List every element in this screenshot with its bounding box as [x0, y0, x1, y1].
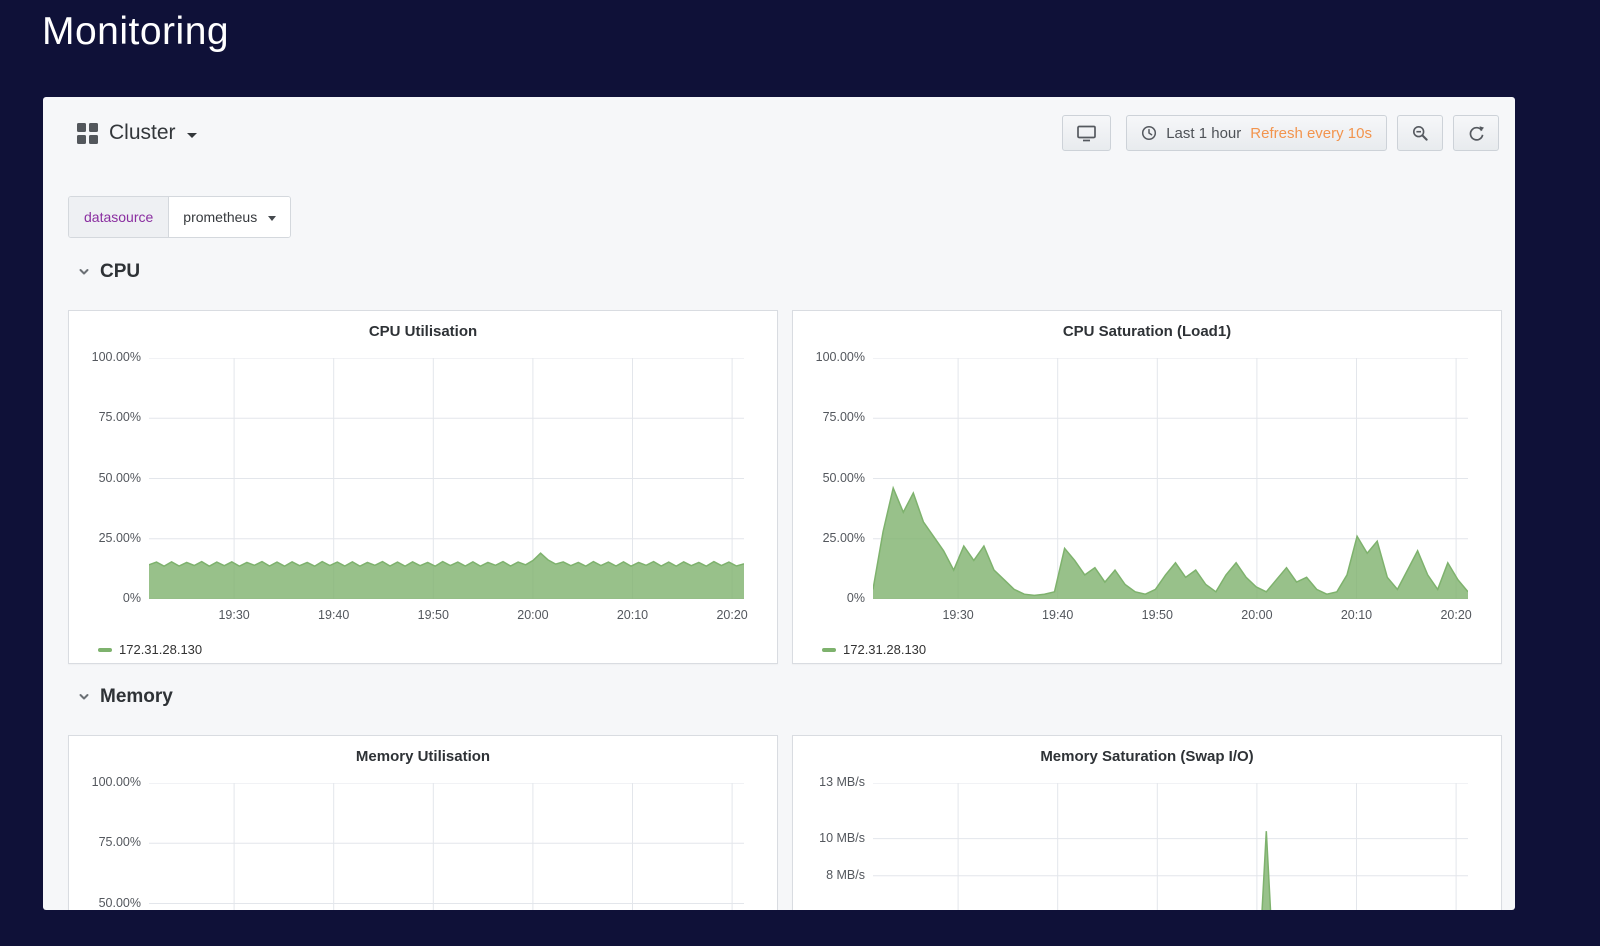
- chart-plot-area[interactable]: [873, 783, 1468, 910]
- datasource-variable-control: datasource prometheus: [68, 196, 291, 238]
- y-axis-tick-label: 75.00%: [77, 410, 141, 424]
- chart-plot-area[interactable]: [873, 358, 1468, 599]
- dashboard-toolbar: Cluster Last 1 hour Refresh every: [43, 115, 1515, 151]
- x-axis-tick-label: 20:20: [1431, 608, 1481, 622]
- refresh-dashboard-button[interactable]: [1453, 115, 1499, 151]
- section-row-memory[interactable]: Memory: [77, 686, 173, 708]
- refresh-icon: [1468, 125, 1484, 141]
- y-axis-tick-label: 25.00%: [77, 531, 141, 545]
- x-axis-tick-label: 20:10: [1331, 608, 1381, 622]
- x-axis-tick-label: 20:00: [1232, 608, 1282, 622]
- time-range-button[interactable]: Last 1 hour Refresh every 10s: [1126, 115, 1387, 151]
- page-title: Monitoring: [42, 10, 229, 54]
- series-name: 172.31.28.130: [119, 642, 202, 657]
- panel-cpu-saturation: CPU Saturation (Load1) 100.00% 75.00% 50.0…: [792, 310, 1502, 664]
- x-axis-tick-label: 20:10: [607, 608, 657, 622]
- y-axis-tick-label: 50.00%: [77, 471, 141, 485]
- y-axis-tick-label: 75.00%: [801, 410, 865, 424]
- y-axis-tick-label: 50.00%: [77, 896, 141, 910]
- x-axis-tick-label: 19:30: [933, 608, 983, 622]
- tv-mode-button[interactable]: [1062, 115, 1111, 151]
- chevron-down-icon: [77, 265, 91, 279]
- panel-cpu-utilisation: CPU Utilisation 100.00% 75.00% 50.00% 25.00…: [68, 310, 778, 664]
- area-chart: [873, 358, 1468, 599]
- series-color-dash-icon: [98, 648, 112, 652]
- monitor-icon: [1077, 125, 1096, 142]
- chart-plot-area[interactable]: [149, 358, 744, 599]
- y-axis-tick-label: 0%: [801, 591, 865, 605]
- area-chart: [149, 783, 744, 910]
- series-name: 172.31.28.130: [843, 642, 926, 657]
- zoom-out-button[interactable]: [1397, 115, 1443, 151]
- y-axis-tick-label: 100.00%: [801, 350, 865, 364]
- panel-title[interactable]: Memory Saturation (Swap I/O): [793, 748, 1501, 765]
- datasource-dropdown[interactable]: prometheus: [169, 197, 290, 237]
- panel-title[interactable]: Memory Utilisation: [69, 748, 777, 765]
- refresh-interval-label: Refresh every 10s: [1250, 125, 1372, 142]
- legend-item[interactable]: 172.31.28.130: [98, 642, 202, 657]
- chevron-down-icon: [268, 216, 276, 221]
- x-axis-tick-label: 19:40: [1033, 608, 1083, 622]
- y-axis-tick-label: 10 MB/s: [801, 831, 865, 845]
- y-axis-tick-label: 0%: [77, 591, 141, 605]
- datasource-value: prometheus: [183, 209, 257, 225]
- y-axis-tick-label: 50.00%: [801, 471, 865, 485]
- chart-plot-area[interactable]: [149, 783, 744, 910]
- y-axis-tick-label: 100.00%: [77, 775, 141, 789]
- chevron-down-icon: [77, 690, 91, 704]
- y-axis-tick-label: 75.00%: [77, 835, 141, 849]
- section-title: CPU: [100, 261, 140, 283]
- x-axis-tick-label: 20:00: [508, 608, 558, 622]
- section-title: Memory: [100, 686, 173, 708]
- legend-item[interactable]: 172.31.28.130: [822, 642, 926, 657]
- y-axis-tick-label: 100.00%: [77, 350, 141, 364]
- panel-title[interactable]: CPU Saturation (Load1): [793, 323, 1501, 340]
- time-range-label: Last 1 hour: [1166, 125, 1241, 142]
- dashboard-card: Cluster Last 1 hour Refresh every: [43, 97, 1515, 910]
- x-axis-tick-label: 19:50: [1132, 608, 1182, 622]
- dashboard-grid-icon: [77, 123, 98, 144]
- x-axis-tick-label: 20:20: [707, 608, 757, 622]
- chart-legend: 172.31.28.130: [98, 642, 202, 657]
- dashboard-selector[interactable]: Cluster: [77, 121, 197, 145]
- x-axis-tick-label: 19:40: [309, 608, 359, 622]
- y-axis-tick-label: 25.00%: [801, 531, 865, 545]
- x-axis-tick-label: 19:50: [408, 608, 458, 622]
- section-row-cpu[interactable]: CPU: [77, 261, 140, 283]
- series-color-dash-icon: [822, 648, 836, 652]
- chevron-down-icon: [187, 133, 197, 138]
- x-axis-tick-label: 19:30: [209, 608, 259, 622]
- y-axis-tick-label: 13 MB/s: [801, 775, 865, 789]
- panel-memory-saturation: Memory Saturation (Swap I/O) 13 MB/s 10 M…: [792, 735, 1502, 910]
- y-axis-tick-label: 8 MB/s: [801, 868, 865, 882]
- area-chart: [873, 783, 1468, 910]
- panel-title[interactable]: CPU Utilisation: [69, 323, 777, 340]
- zoom-out-icon: [1412, 125, 1428, 141]
- dashboard-title: Cluster: [109, 121, 176, 145]
- chart-legend: 172.31.28.130: [822, 642, 926, 657]
- area-chart: [149, 358, 744, 599]
- template-variables: datasource prometheus: [68, 196, 291, 238]
- clock-icon: [1141, 125, 1157, 141]
- panel-memory-utilisation: Memory Utilisation 100.00% 75.00% 50.00%: [68, 735, 778, 910]
- variable-label: datasource: [69, 197, 169, 237]
- toolbar-actions: Last 1 hour Refresh every 10s: [1062, 115, 1499, 151]
